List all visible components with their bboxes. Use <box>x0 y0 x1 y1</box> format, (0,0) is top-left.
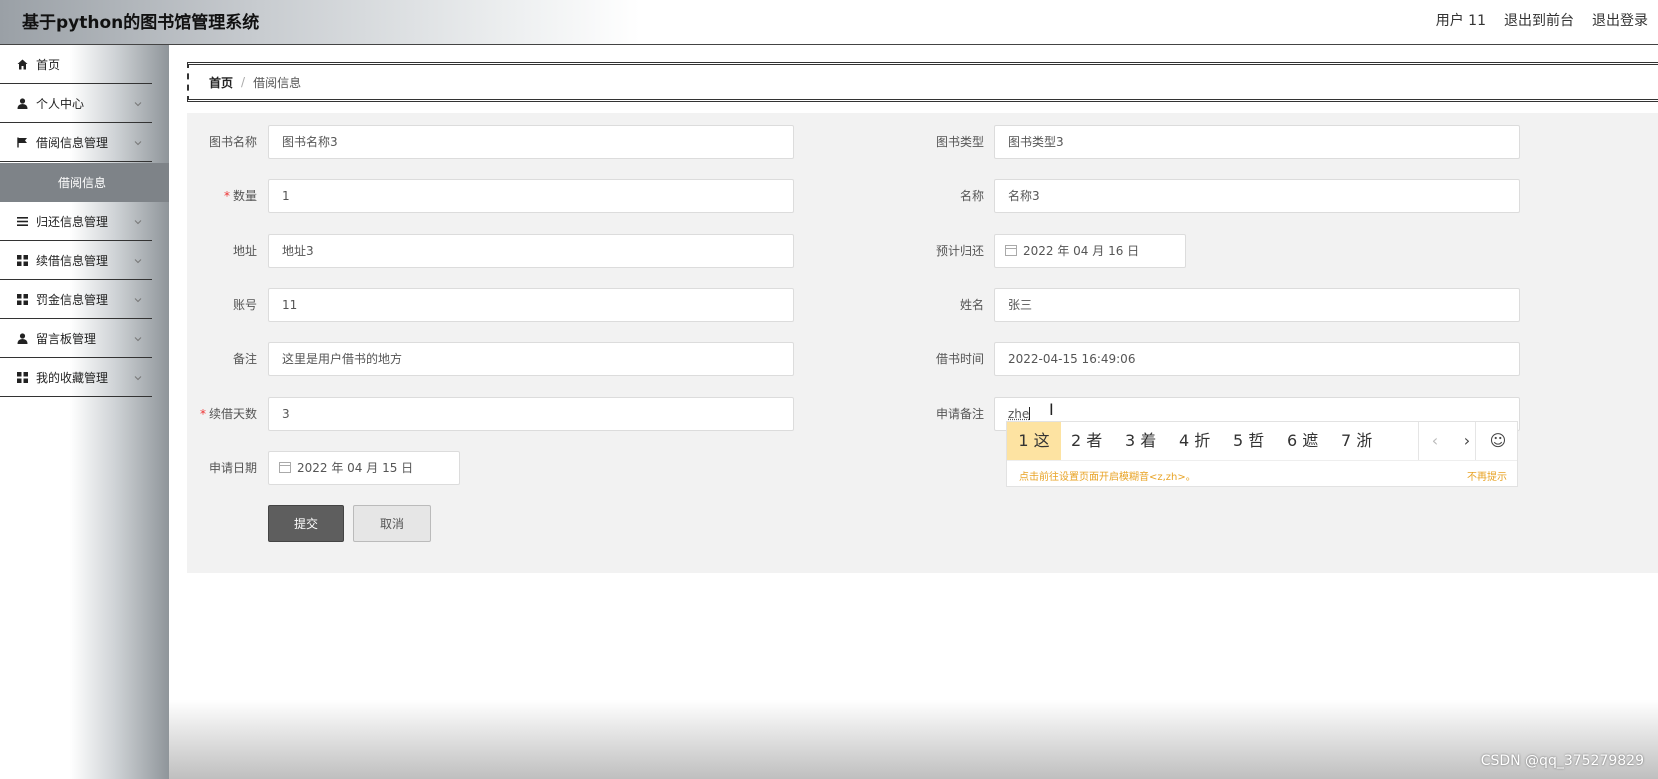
remark-label: 备注 <box>232 352 257 366</box>
watermark: CSDN @qq_375279829 <box>1480 753 1644 769</box>
ime-candidate[interactable]: 3 着 <box>1125 422 1156 460</box>
front-link[interactable]: 退出到前台 <box>1504 10 1574 30</box>
account-field[interactable]: 11 <box>268 288 794 322</box>
apply-remark-value: zhe <box>1008 407 1030 421</box>
sidebar-item-label: 归还信息管理 <box>36 214 109 229</box>
ime-dismiss-link[interactable]: 不再提示 <box>1467 468 1507 483</box>
chevron-down-icon <box>134 332 142 342</box>
user-link[interactable]: 用户 11 <box>1436 10 1486 30</box>
app-title: 基于python的图书馆管理系统 <box>22 13 260 33</box>
quantity-field[interactable]: 1 <box>268 179 794 213</box>
bottom-shade <box>169 700 1658 779</box>
logout-link[interactable]: 退出登录 <box>1592 10 1648 30</box>
renew-days-label-text: 续借天数 <box>208 407 257 421</box>
grid-icon <box>16 293 28 305</box>
sidebar-item-label: 续借信息管理 <box>36 253 109 268</box>
address-label: 地址 <box>232 244 257 258</box>
ime-candidate[interactable]: 5 哲 <box>1233 422 1264 460</box>
sidebar-item-return[interactable]: 归还信息管理 <box>0 202 152 241</box>
expected-return-value: 2022 年 04 月 16 日 <box>1023 244 1140 258</box>
top-header: 基于python的图书馆管理系统 用户 11 退出到前台 退出登录 <box>0 0 1658 45</box>
sidebar-item-label: 罚金信息管理 <box>36 292 109 307</box>
renew-days-field[interactable]: 3 <box>268 397 794 431</box>
sidebar-item-label: 我的收藏管理 <box>36 370 109 385</box>
breadcrumb-home[interactable]: 首页 <box>209 74 233 91</box>
sidebar-item-label: 借阅信息管理 <box>36 135 109 150</box>
book-name-field[interactable]: 图书名称3 <box>268 125 794 159</box>
remark-field[interactable]: 这里是用户借书的地方 <box>268 342 794 376</box>
quantity-label: * 数量 <box>187 179 257 213</box>
flag-icon <box>16 136 28 148</box>
ime-prev-page-icon[interactable]: ‹ <box>1420 422 1450 460</box>
chevron-down-icon <box>134 215 142 225</box>
account-label: 账号 <box>232 298 257 312</box>
name-label: 名称 <box>959 189 984 203</box>
sidebar-item-favorites[interactable]: 我的收藏管理 <box>0 358 152 397</box>
sidebar-item-fine[interactable]: 罚金信息管理 <box>0 280 152 319</box>
ime-candidate[interactable]: 2 者 <box>1071 422 1102 460</box>
ime-divider <box>1475 422 1476 460</box>
user-icon <box>16 97 28 109</box>
apply-date-label: 申请日期 <box>208 461 257 475</box>
book-type-field[interactable]: 图书类型3 <box>994 125 1520 159</box>
home-icon <box>16 58 28 70</box>
expected-return-label: 预计归还 <box>935 244 984 258</box>
breadcrumb-current: 借阅信息 <box>253 75 302 90</box>
renew-days-label: * 续借天数 <box>187 397 257 431</box>
sidebar-item-renew[interactable]: 续借信息管理 <box>0 241 152 280</box>
chevron-down-icon <box>134 136 142 146</box>
apply-date-value: 2022 年 04 月 15 日 <box>297 461 414 475</box>
grid-icon <box>16 254 28 266</box>
calendar-icon <box>279 462 291 473</box>
quantity-label-text: 数量 <box>232 189 257 203</box>
text-caret <box>1029 407 1031 420</box>
sidebar: 首页 个人中心 借阅信息管理 借阅信息 归还信息管理 续借信息管理 罚金信息管理 <box>0 45 169 779</box>
ime-emoji-icon[interactable]: ☺ <box>1480 422 1516 460</box>
ibeam-cursor-icon: I <box>1049 400 1054 419</box>
address-field[interactable]: 地址3 <box>268 234 794 268</box>
apply-date-picker[interactable]: 2022 年 04 月 15 日 <box>268 451 460 485</box>
ime-candidate[interactable]: 4 折 <box>1179 422 1210 460</box>
ime-next-page-icon[interactable]: › <box>1452 422 1482 460</box>
chevron-down-icon <box>134 293 142 303</box>
required-mark: * <box>199 407 206 421</box>
sidebar-item-home[interactable]: 首页 <box>0 45 152 84</box>
cancel-button[interactable]: 取消 <box>353 505 431 542</box>
sidebar-item-message[interactable]: 留言板管理 <box>0 319 152 358</box>
sidebar-item-personal[interactable]: 个人中心 <box>0 84 152 123</box>
submit-button[interactable]: 提交 <box>268 505 344 542</box>
grid-icon <box>16 371 28 383</box>
book-name-label: 图书名称 <box>208 135 257 149</box>
ime-candidate[interactable]: 1 这 <box>1007 422 1061 460</box>
list-icon <box>16 215 28 227</box>
ime-candidate-bar: 1 这 2 者 3 着 4 折 5 哲 6 遮 7 浙 ‹ › ☺ <box>1007 422 1517 461</box>
calendar-icon <box>1005 245 1017 256</box>
required-mark: * <box>223 189 230 203</box>
user-icon <box>16 332 28 344</box>
chevron-down-icon <box>134 97 142 107</box>
borrow-time-field[interactable]: 2022-04-15 16:49:06 <box>994 342 1520 376</box>
apply-remark-label: 申请备注 <box>935 407 984 421</box>
realname-field[interactable]: 张三 <box>994 288 1520 322</box>
sidebar-item-label: 首页 <box>36 57 61 72</box>
chevron-down-icon <box>134 371 142 381</box>
sidebar-item-label: 留言板管理 <box>36 331 97 346</box>
borrow-time-label: 借书时间 <box>935 352 984 366</box>
ime-candidate[interactable]: 7 浙 <box>1341 422 1372 460</box>
header-links: 用户 11 退出到前台 退出登录 <box>1436 10 1648 30</box>
expected-return-picker[interactable]: 2022 年 04 月 16 日 <box>994 234 1186 268</box>
sidebar-item-borrow[interactable]: 借阅信息管理 <box>0 123 152 162</box>
realname-label: 姓名 <box>959 298 984 312</box>
ime-hint-text[interactable]: 点击前往设置页面开启模糊音<z,zh>。 <box>1019 468 1196 483</box>
sidebar-subitem-borrow-info[interactable]: 借阅信息 <box>0 163 169 202</box>
ime-candidate-popup: 1 这 2 者 3 着 4 折 5 哲 6 遮 7 浙 ‹ › ☺ 点击前往设置… <box>1006 421 1518 487</box>
sidebar-item-label: 个人中心 <box>36 96 85 111</box>
name-field[interactable]: 名称3 <box>994 179 1520 213</box>
ime-divider <box>1418 422 1419 460</box>
book-type-label: 图书类型 <box>935 135 984 149</box>
breadcrumb: 首页 / 借阅信息 <box>187 62 1658 102</box>
breadcrumb-separator: / <box>241 75 246 89</box>
ime-candidate[interactable]: 6 遮 <box>1287 422 1318 460</box>
chevron-down-icon <box>134 254 142 264</box>
